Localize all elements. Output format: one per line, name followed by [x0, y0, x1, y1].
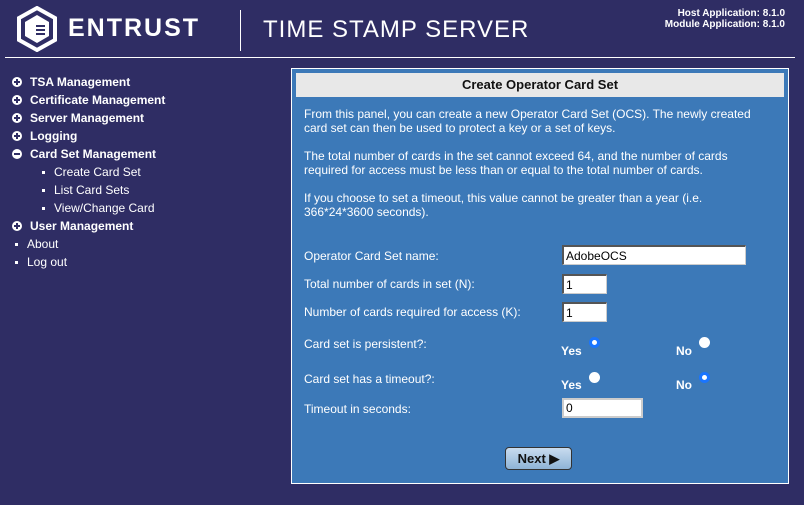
timeout-yes-radio[interactable] [589, 372, 600, 383]
ocs-name-input[interactable] [562, 245, 746, 265]
persistent-no-label: No [676, 344, 692, 358]
total-cards-label: Total number of cards in set (N): [304, 277, 475, 291]
header: ENTRUST TIME STAMP SERVER Host Applicati… [0, 0, 804, 62]
nav-logging[interactable]: Logging [12, 127, 165, 145]
nav-label: TSA Management [30, 75, 131, 89]
nav-label: Server Management [30, 111, 145, 125]
bullet-icon [42, 170, 45, 174]
header-rule [5, 57, 795, 58]
nav-tsa-management[interactable]: TSA Management [12, 73, 165, 91]
timeout-no-label: No [676, 378, 692, 392]
nav-label: List Card Sets [54, 183, 130, 197]
bullet-icon [42, 206, 45, 210]
entrust-logo-icon [17, 6, 57, 52]
desc-paragraph: From this panel, you can create a new Op… [304, 107, 751, 135]
expand-plus-icon[interactable] [12, 77, 22, 87]
panel-description: From this panel, you can create a new Op… [304, 107, 774, 233]
persistent-yes-label: Yes [561, 344, 582, 358]
nav-label: Card Set Management [30, 147, 157, 161]
expand-plus-icon[interactable] [12, 113, 22, 123]
timeout-seconds-label: Timeout in seconds: [304, 402, 411, 416]
expand-plus-icon[interactable] [12, 131, 22, 141]
expand-plus-icon[interactable] [12, 95, 22, 105]
nav-create-card-set[interactable]: Create Card Set [12, 163, 165, 181]
nav-about[interactable]: About [12, 235, 165, 253]
create-ocs-panel: Create Operator Card Set From this panel… [291, 68, 789, 484]
nav-card-set-management[interactable]: Card Set Management [12, 145, 165, 163]
arrow-right-icon: ▶ [549, 451, 560, 466]
timeout-seconds-input[interactable] [562, 398, 643, 418]
ocs-name-label: Operator Card Set name: [304, 249, 439, 263]
persistent-label: Card set is persistent?: [304, 337, 427, 351]
bullet-icon [15, 242, 18, 246]
bullet-icon [42, 188, 45, 192]
nav-user-management[interactable]: User Management [12, 217, 165, 235]
product-title: TIME STAMP SERVER [263, 16, 530, 43]
module-version: Module Application: 8.1.0 [664, 19, 785, 30]
nav-view-change-card[interactable]: View/Change Card [12, 199, 165, 217]
timeout-question-label: Card set has a timeout?: [304, 372, 435, 386]
nav-label: View/Change Card [54, 201, 155, 215]
expand-plus-icon[interactable] [12, 221, 22, 231]
required-cards-input[interactable] [562, 302, 607, 322]
bullet-icon [15, 260, 18, 264]
desc-paragraph: If you choose to set a timeout, this val… [304, 191, 703, 219]
collapse-minus-icon[interactable] [12, 149, 22, 159]
host-version: Host Application: 8.1.0 [677, 8, 785, 19]
persistent-no-radio[interactable] [699, 337, 710, 348]
timeout-no-radio[interactable] [699, 372, 710, 383]
nav-label: Log out [27, 255, 68, 269]
total-cards-input[interactable] [562, 274, 607, 294]
desc-paragraph: The total number of cards in the set can… [304, 149, 728, 177]
nav-label: User Management [30, 219, 134, 233]
panel-title: Create Operator Card Set [296, 73, 784, 97]
version-info: Host Application: 8.1.0 Module Applicati… [665, 8, 785, 30]
nav-list-card-sets[interactable]: List Card Sets [12, 181, 165, 199]
next-button[interactable]: Next ▶ [505, 447, 572, 470]
header-divider [240, 10, 241, 51]
persistent-yes-radio[interactable] [589, 337, 600, 348]
nav-label: Logging [30, 129, 78, 143]
nav-log-out[interactable]: Log out [12, 253, 165, 271]
nav-label: Certificate Management [30, 93, 166, 107]
timeout-yes-label: Yes [561, 378, 582, 392]
required-cards-label: Number of cards required for access (K): [304, 305, 521, 319]
sidebar-nav: TSA Management Certificate Management Se… [12, 73, 165, 271]
next-label: Next [517, 451, 546, 466]
nav-server-management[interactable]: Server Management [12, 109, 165, 127]
brand-name: ENTRUST [68, 14, 201, 42]
nav-certificate-management[interactable]: Certificate Management [12, 91, 165, 109]
nav-label: About [27, 237, 59, 251]
nav-label: Create Card Set [54, 165, 141, 179]
